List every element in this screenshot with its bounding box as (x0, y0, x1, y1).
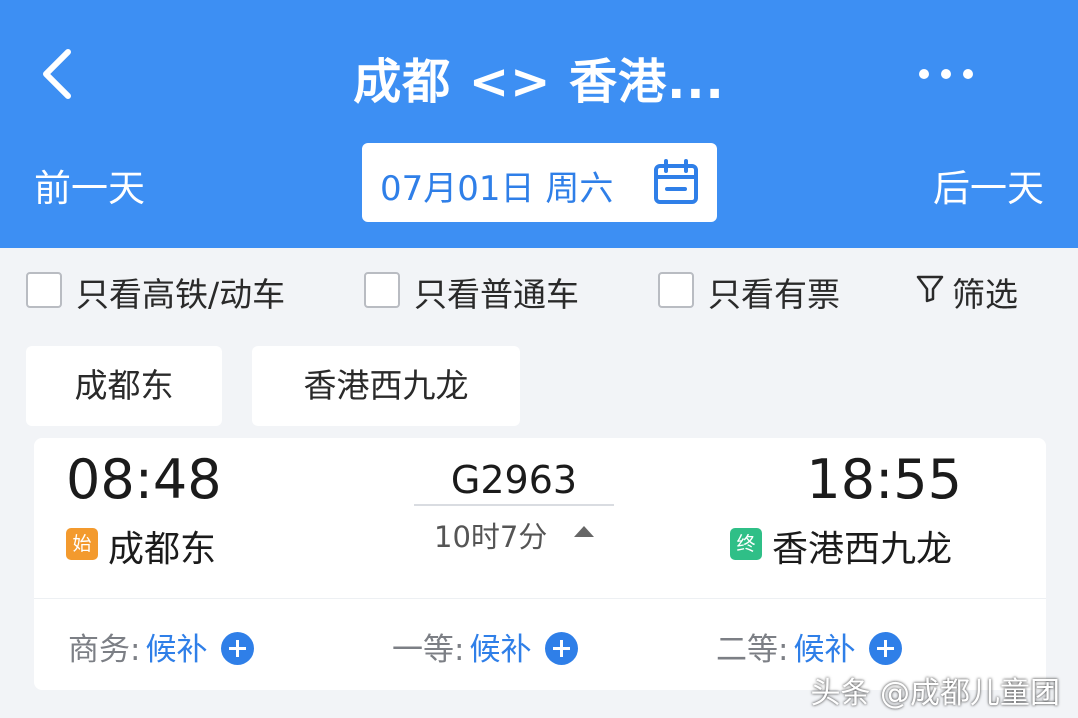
chevron-left-icon (43, 49, 71, 99)
plus-circle-icon[interactable] (868, 632, 902, 665)
filter-label: 只看普通车 (414, 275, 579, 314)
arrival-station: 香港西九龙 (772, 529, 953, 570)
filter-label: 只看有票 (708, 275, 840, 314)
filter-high-speed-only[interactable]: 只看高铁/动车 (26, 266, 326, 314)
filter-available-only[interactable]: 只看有票 (658, 266, 868, 314)
station-chip-to[interactable]: 香港西九龙 (252, 346, 520, 426)
plus-circle-icon[interactable] (220, 632, 254, 665)
seat-class-label: 商务: (68, 632, 141, 668)
seat-status: 候补 (793, 632, 856, 668)
back-button[interactable] (32, 44, 88, 104)
header-bar: 成都 <> 香港... 前一天 07月01日 周六 后一天 (0, 0, 1078, 248)
station-chip-from[interactable]: 成都东 (26, 346, 222, 426)
page-title: 成都 <> 香港... (353, 54, 725, 110)
seat-status: 候补 (469, 632, 532, 668)
train-number: G2963 (450, 458, 578, 502)
next-day-button[interactable]: 后一天 (933, 158, 1044, 212)
filter-button[interactable]: 筛选 (916, 266, 1036, 314)
filter-regular-train-only[interactable]: 只看普通车 (364, 266, 624, 314)
seat-class-label: 一等: (392, 632, 465, 668)
caret-up-icon[interactable] (574, 526, 594, 537)
calendar-icon (654, 159, 698, 204)
divider (34, 598, 1046, 599)
checkbox[interactable] (26, 272, 62, 308)
departure-time: 08:48 (66, 448, 222, 511)
seat-business[interactable]: 商务: 候补 (68, 624, 254, 668)
selected-date: 07月01日 周六 (380, 169, 614, 209)
date-picker[interactable]: 07月01日 周六 (362, 143, 717, 222)
seat-class-label: 二等: (716, 632, 789, 668)
train-route-line (414, 504, 614, 506)
funnel-icon (916, 275, 944, 303)
arrival-time: 18:55 (806, 448, 962, 511)
start-station-badge: 始 (66, 528, 98, 560)
filter-button-label: 筛选 (952, 275, 1018, 314)
filter-bar: 只看高铁/动车 只看普通车 只看有票 筛选 (0, 248, 1078, 330)
travel-duration: 10时7分 (434, 520, 548, 554)
checkbox[interactable] (658, 272, 694, 308)
watermark: 头条 @成都儿童团 (810, 676, 1060, 711)
end-station-badge: 终 (730, 528, 762, 560)
departure-station: 成都东 (108, 529, 217, 570)
seat-second-class[interactable]: 二等: 候补 (716, 624, 902, 668)
previous-day-button[interactable]: 前一天 (34, 158, 145, 212)
seat-first-class[interactable]: 一等: 候补 (392, 624, 578, 668)
train-card[interactable]: 08:48 G2963 18:55 始 成都东 10时7分 终 香港西九龙 商务… (34, 438, 1046, 690)
more-button[interactable] (910, 52, 982, 96)
seat-status: 候补 (145, 632, 208, 668)
checkbox[interactable] (364, 272, 400, 308)
filter-label: 只看高铁/动车 (76, 275, 286, 314)
more-horizontal-icon (919, 69, 973, 79)
plus-circle-icon[interactable] (544, 632, 578, 665)
